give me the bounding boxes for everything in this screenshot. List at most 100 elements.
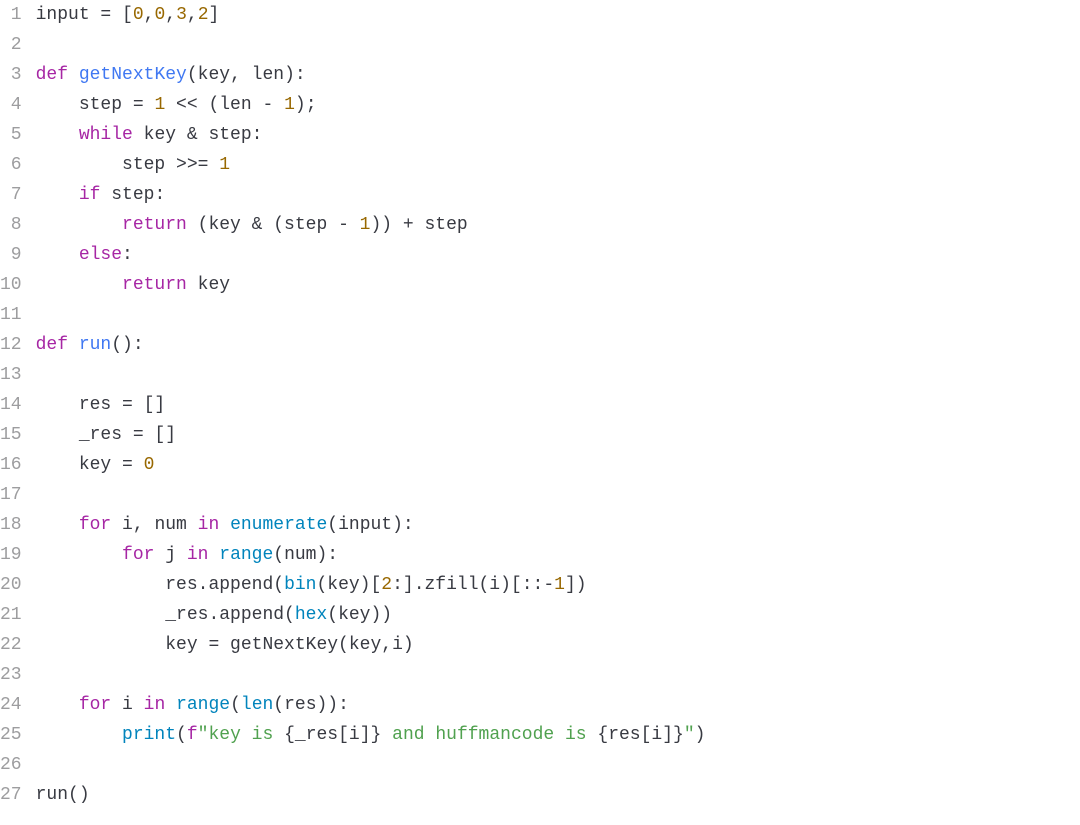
line-number: 8 [0,210,22,240]
code-editor[interactable]: 1234567891011121314151617181920212223242… [0,0,1080,810]
code-line[interactable]: print(f"key is {_res[i]} and huffmancode… [36,720,1080,750]
token: key = getNextKey(key,i) [36,635,414,655]
token: _res = [] [36,425,176,445]
token: } [371,725,382,745]
code-line[interactable]: for j in range(num): [36,540,1080,570]
token: "key is [198,725,284,745]
token: res[i] [608,725,673,745]
token: 1 [360,215,371,235]
code-line[interactable]: step >>= 1 [36,150,1080,180]
line-number: 23 [0,660,22,690]
token [208,545,219,565]
line-number: 3 [0,60,22,90]
line-number: 7 [0,180,22,210]
token: while [79,125,133,145]
code-content[interactable]: input = [0,0,3,2] def getNextKey(key, le… [36,0,1080,810]
code-line[interactable]: for i in range(len(res)): [36,690,1080,720]
code-line[interactable]: def run(): [36,330,1080,360]
code-line[interactable]: return (key & (step - 1)) + step [36,210,1080,240]
line-number: 4 [0,90,22,120]
code-line[interactable]: input = [0,0,3,2] [36,0,1080,30]
code-line[interactable]: key = getNextKey(key,i) [36,630,1080,660]
token [36,245,79,265]
code-line[interactable] [36,480,1080,510]
token: def [36,65,68,85]
line-number-gutter: 1234567891011121314151617181920212223242… [0,0,36,810]
token: j [154,545,186,565]
code-line[interactable]: def getNextKey(key, len): [36,60,1080,90]
line-number: 12 [0,330,22,360]
token: key & step: [133,125,263,145]
token [68,65,79,85]
token: : [122,245,133,265]
token [36,545,122,565]
line-number: 10 [0,270,22,300]
token: getNextKey [79,65,187,85]
code-line[interactable]: res = [] [36,390,1080,420]
token: run [79,335,111,355]
token: ( [176,725,187,745]
token: { [597,725,608,745]
token: (key & (step - [187,215,360,235]
code-line[interactable]: _res.append(hex(key)) [36,600,1080,630]
token: { [284,725,295,745]
code-line[interactable] [36,30,1080,60]
code-line[interactable]: while key & step: [36,120,1080,150]
token: in [198,515,220,535]
code-line[interactable] [36,660,1080,690]
line-number: 9 [0,240,22,270]
token: res.append( [36,575,284,595]
token: 1 [154,95,165,115]
token: enumerate [230,515,327,535]
token: (res)): [273,695,349,715]
token: 0 [154,5,165,25]
token: key [187,275,230,295]
code-line[interactable] [36,300,1080,330]
line-number: 19 [0,540,22,570]
code-line[interactable]: for i, num in enumerate(input): [36,510,1080,540]
token: 1 [284,95,295,115]
token: 0 [144,455,155,475]
token [36,185,79,205]
token [36,215,122,235]
token: 0 [133,5,144,25]
code-line[interactable]: run() [36,780,1080,810]
token: return [122,215,187,235]
token [165,695,176,715]
line-number: 24 [0,690,22,720]
token: if [79,185,101,205]
code-line[interactable]: return key [36,270,1080,300]
token: _res.append( [36,605,295,625]
code-line[interactable] [36,360,1080,390]
line-number: 6 [0,150,22,180]
token [36,125,79,145]
token: ] [209,5,220,25]
code-line[interactable]: _res = [] [36,420,1080,450]
line-number: 18 [0,510,22,540]
token: for [79,695,111,715]
token: else [79,245,122,265]
line-number: 25 [0,720,22,750]
line-number: 17 [0,480,22,510]
code-line[interactable] [36,750,1080,780]
token: , [187,5,198,25]
code-line[interactable]: key = 0 [36,450,1080,480]
token: ); [295,95,317,115]
token: (input): [327,515,413,535]
token: (key, len): [187,65,306,85]
token: (): [111,335,143,355]
token [68,335,79,355]
line-number: 21 [0,600,22,630]
token: (num): [273,545,338,565]
line-number: 16 [0,450,22,480]
code-line[interactable]: if step: [36,180,1080,210]
token: 1 [554,575,565,595]
token: range [219,545,273,565]
line-number: 27 [0,780,22,810]
code-line[interactable]: res.append(bin(key)[2:].zfill(i)[::-1]) [36,570,1080,600]
token: hex [295,605,327,625]
code-line[interactable]: step = 1 << (len - 1); [36,90,1080,120]
code-line[interactable]: else: [36,240,1080,270]
line-number: 5 [0,120,22,150]
token [36,515,79,535]
